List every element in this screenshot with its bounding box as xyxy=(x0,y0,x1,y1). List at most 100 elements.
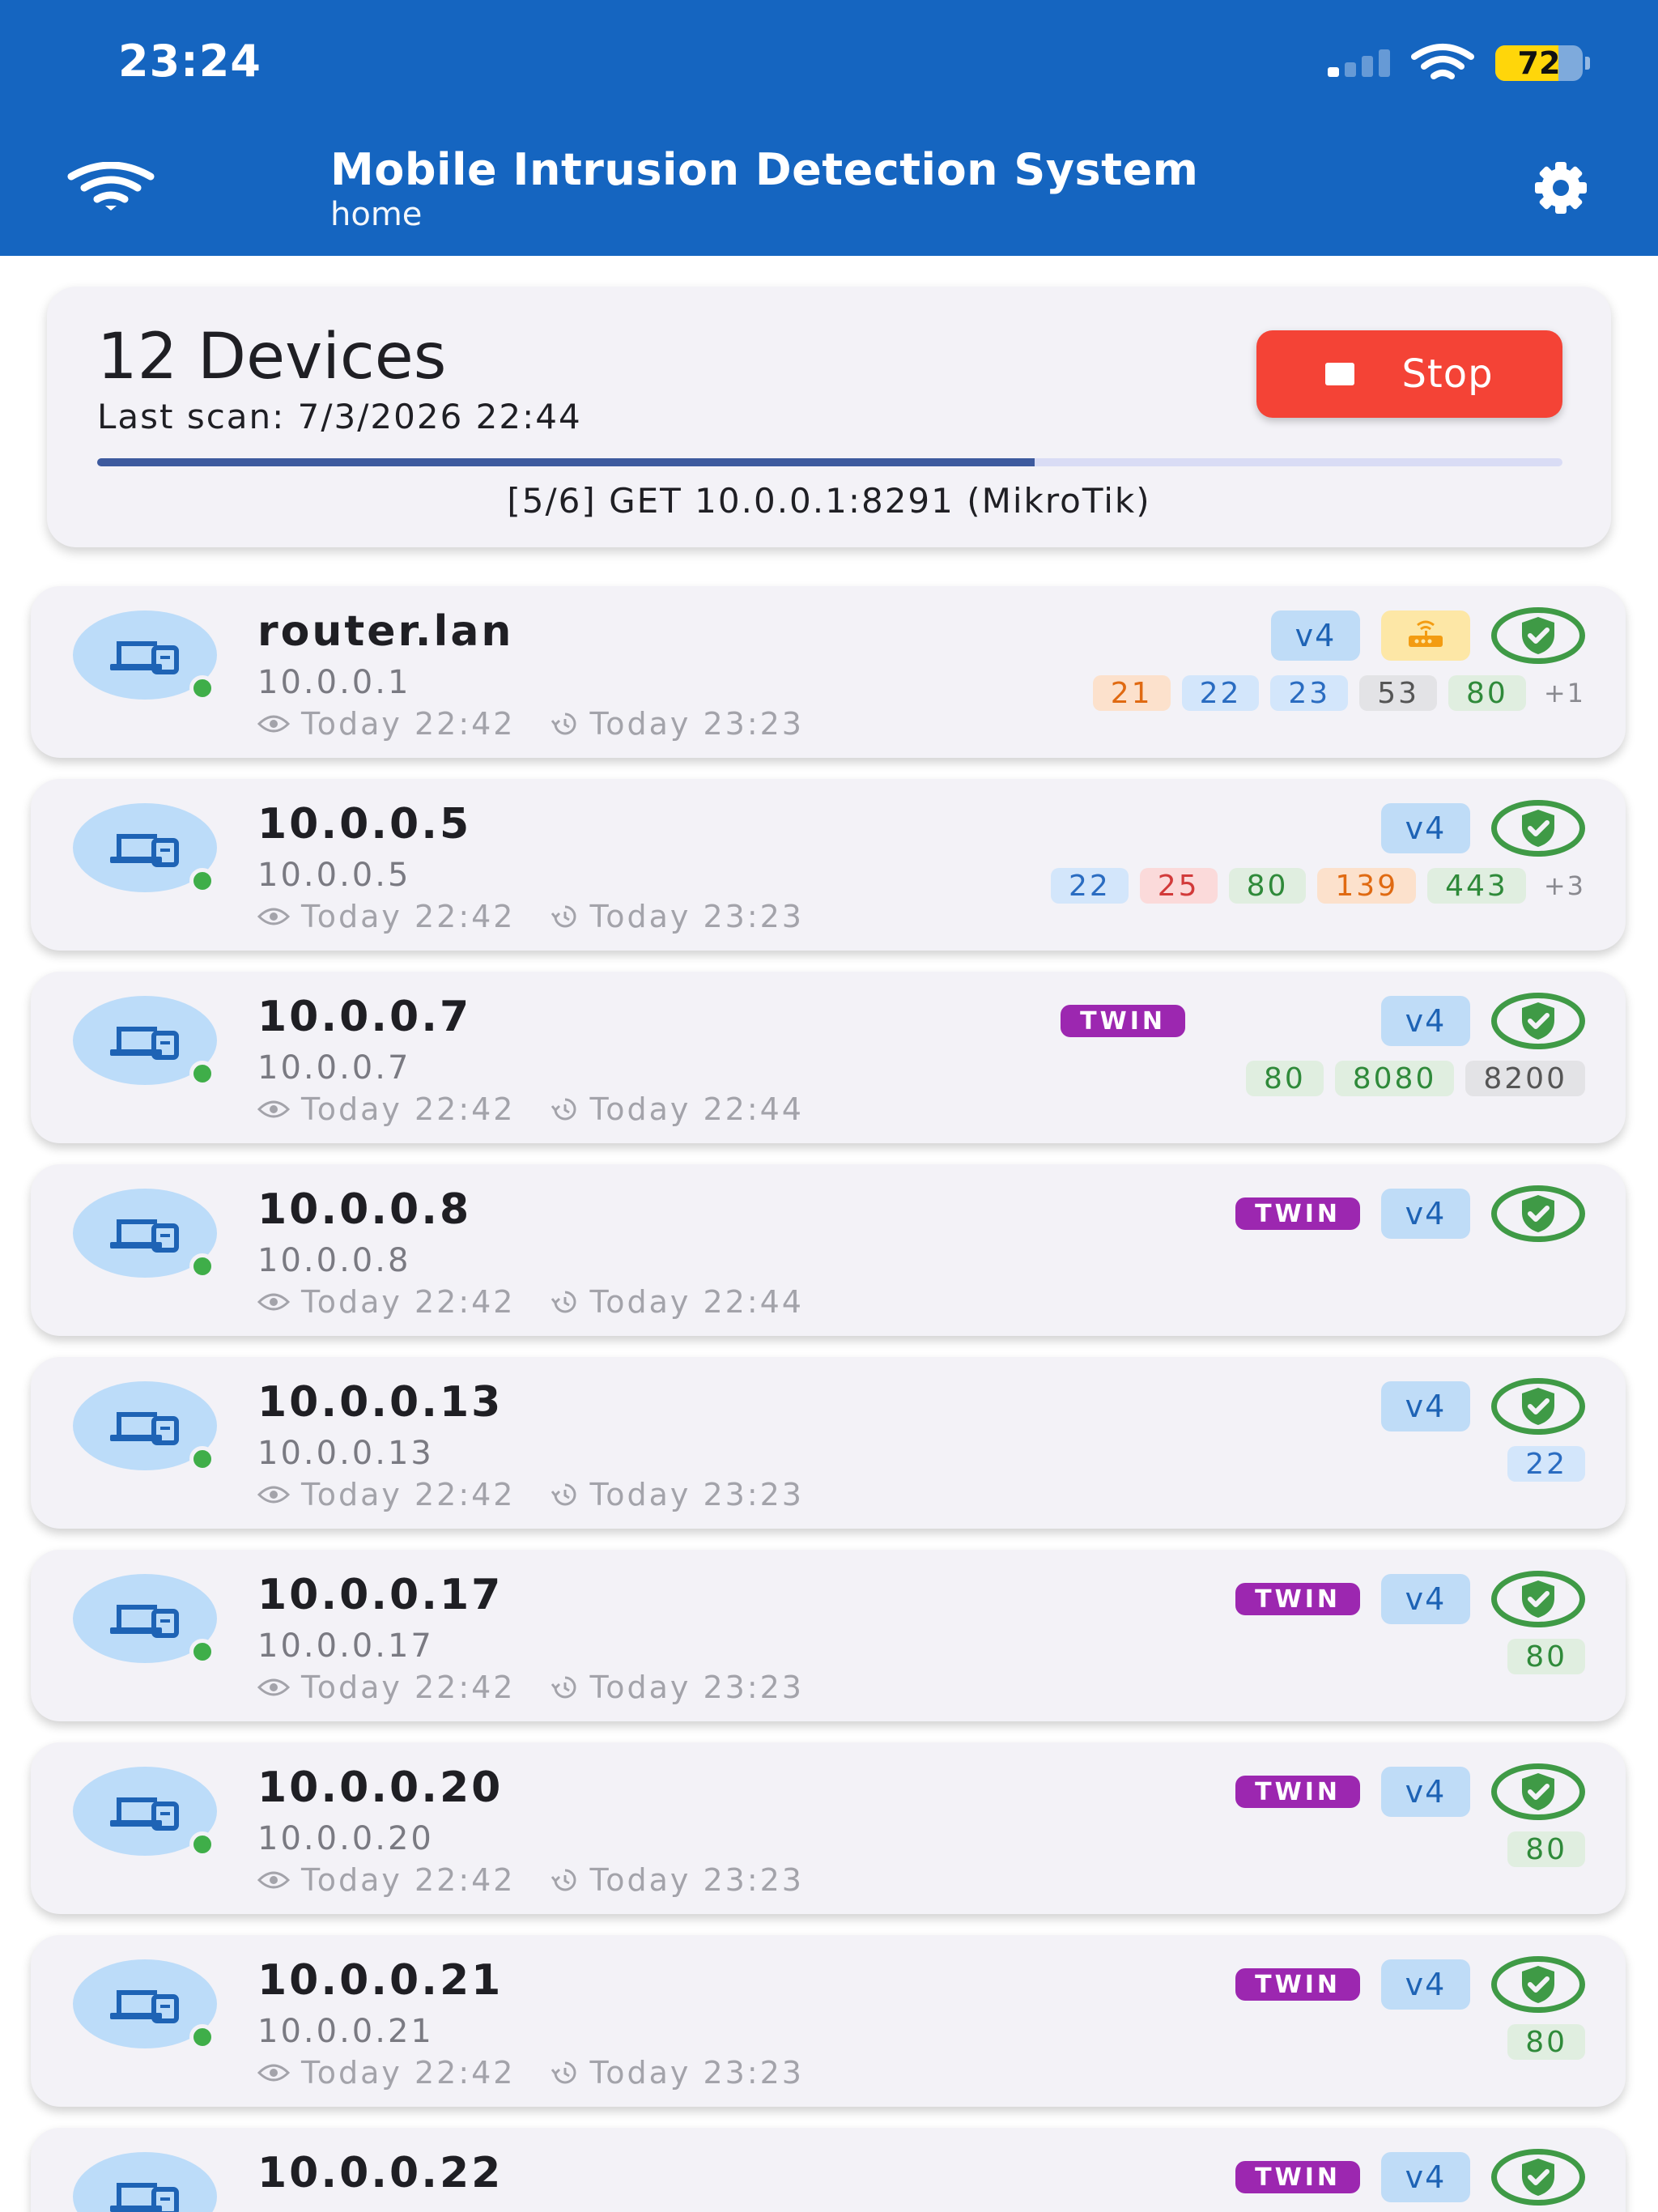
device-badges: v4 xyxy=(1271,607,1585,664)
port-chip: 21 xyxy=(1092,675,1171,711)
device-card[interactable]: 10.0.0.7 10.0.0.7 Today 22:42 Today 22:44 TW… xyxy=(31,972,1626,1143)
device-count: 12 Devices xyxy=(97,321,447,393)
device-card[interactable]: 10.0.0.17 10.0.0.17 Today 22:42 Today 23:23… xyxy=(31,1550,1626,1721)
online-status-dot xyxy=(189,1831,215,1857)
ipv4-badge: v4 xyxy=(1381,1574,1470,1624)
scan-summary-card: 12 Devices Last scan: 7/3/2026 22:44 Sto… xyxy=(47,287,1611,547)
port-chip: 23 xyxy=(1270,675,1349,711)
device-card[interactable]: 10.0.0.21 10.0.0.21 Today 22:42 Today 23:23… xyxy=(31,1935,1626,2107)
ipv4-badge: v4 xyxy=(1381,1381,1470,1431)
ipv4-badge: v4 xyxy=(1381,803,1470,853)
scan-progress-bar xyxy=(97,458,1562,466)
device-card[interactable]: 10.0.0.5 10.0.0.5 Today 22:42 Today 23:23 v4… xyxy=(31,779,1626,951)
refresh-clock-icon xyxy=(551,905,576,928)
device-card[interactable]: 10.0.0.22 TWIN v4 xyxy=(31,2128,1626,2212)
device-badges: TWIN v4 xyxy=(1235,1763,1585,1820)
shield-check-icon xyxy=(1522,1195,1554,1232)
device-ip: 10.0.0.8 xyxy=(257,1242,411,1279)
device-times: Today 22:42 Today 23:23 xyxy=(257,2055,804,2091)
last-seen: Today 23:23 xyxy=(589,2055,804,2091)
shield-check-icon xyxy=(1522,1580,1554,1618)
first-seen: Today 22:42 xyxy=(301,706,516,742)
device-ip: 10.0.0.5 xyxy=(257,857,411,894)
network-name: home xyxy=(330,196,423,233)
device-list: router.lan 10.0.0.1 Today 22:42 Today 23:23… xyxy=(31,586,1626,2212)
twin-badge: TWIN xyxy=(1235,1583,1360,1615)
more-ports-count: +1 xyxy=(1543,678,1585,708)
port-chip: 80 xyxy=(1507,2024,1585,2060)
devices-icon xyxy=(110,1027,179,1060)
device-avatar xyxy=(73,1767,217,1857)
port-chip: 80 xyxy=(1228,868,1307,904)
gear-icon xyxy=(1535,162,1587,214)
stop-label: Stop xyxy=(1401,351,1494,397)
security-status-badge xyxy=(1491,1378,1585,1435)
device-card[interactable]: 10.0.0.8 10.0.0.8 Today 22:42 Today 22:44 TW… xyxy=(31,1164,1626,1336)
device-times: Today 22:42 Today 22:44 xyxy=(257,1091,804,1127)
online-status-dot xyxy=(189,1639,215,1665)
devices-icon xyxy=(110,1412,179,1445)
device-badges: v4 xyxy=(1381,1378,1585,1435)
ipv4-badge: v4 xyxy=(1381,996,1470,1046)
device-card[interactable]: 10.0.0.20 10.0.0.20 Today 22:42 Today 23:23… xyxy=(31,1742,1626,1914)
device-avatar xyxy=(73,1959,217,2050)
security-status-badge xyxy=(1491,607,1585,664)
ipv4-badge: v4 xyxy=(1381,1959,1470,2010)
twin-badge: TWIN xyxy=(1235,1968,1360,2001)
first-seen: Today 22:42 xyxy=(301,1477,516,1512)
wifi-status-icon xyxy=(1411,44,1474,79)
port-chip: 139 xyxy=(1317,868,1417,904)
ipv4-badge: v4 xyxy=(1381,2152,1470,2202)
last-scan-time: Last scan: 7/3/2026 22:44 xyxy=(97,397,582,436)
cellular-signal-icon xyxy=(1328,49,1390,77)
device-badges: TWIN v4 xyxy=(1235,1185,1585,1242)
device-ip: 10.0.0.1 xyxy=(257,664,411,701)
scan-step-text: [5/6] GET 10.0.0.1:8291 (MikroTik) xyxy=(507,481,1151,521)
security-status-badge xyxy=(1491,993,1585,1049)
refresh-clock-icon xyxy=(551,713,576,735)
port-chip: 53 xyxy=(1359,675,1438,711)
online-status-dot xyxy=(189,1446,215,1472)
more-ports-count: +3 xyxy=(1543,870,1585,901)
eye-icon xyxy=(257,2064,290,2082)
refresh-clock-icon xyxy=(551,2061,576,2084)
devices-icon xyxy=(110,641,179,674)
online-status-dot xyxy=(189,2024,215,2050)
device-name: router.lan xyxy=(257,607,514,656)
open-ports: 80 xyxy=(1507,2024,1585,2060)
device-card[interactable]: router.lan 10.0.0.1 Today 22:42 Today 23:23… xyxy=(31,586,1626,758)
devices-icon xyxy=(110,1990,179,2023)
device-name: 10.0.0.20 xyxy=(257,1763,504,1812)
security-status-badge xyxy=(1491,1956,1585,2013)
last-seen: Today 23:23 xyxy=(589,1670,804,1705)
eye-icon xyxy=(257,1486,290,1504)
port-chip: 80 xyxy=(1507,1639,1585,1674)
port-chip: 22 xyxy=(1050,868,1129,904)
open-ports: 22 xyxy=(1507,1446,1585,1482)
ipv4-badge: v4 xyxy=(1381,1767,1470,1817)
ipv4-badge: v4 xyxy=(1271,610,1360,661)
status-icons: 72 xyxy=(1328,42,1590,84)
eye-icon xyxy=(257,1678,290,1696)
port-chip: 443 xyxy=(1427,868,1526,904)
open-ports: 80 xyxy=(1507,1639,1585,1674)
device-times: Today 22:42 Today 23:23 xyxy=(257,1477,804,1512)
last-seen: Today 23:23 xyxy=(589,899,804,934)
shield-check-icon xyxy=(1522,1388,1554,1425)
stop-icon xyxy=(1325,363,1355,385)
status-time: 23:24 xyxy=(118,36,261,87)
device-times: Today 22:42 Today 23:23 xyxy=(257,1862,804,1898)
device-avatar xyxy=(73,1574,217,1665)
first-seen: Today 22:42 xyxy=(301,2055,516,2091)
refresh-clock-icon xyxy=(551,1483,576,1506)
devices-icon xyxy=(110,2183,179,2212)
shield-check-icon xyxy=(1522,1966,1554,2003)
first-seen: Today 22:42 xyxy=(301,1091,516,1127)
settings-button[interactable] xyxy=(1517,155,1605,220)
port-chip: 25 xyxy=(1139,868,1218,904)
device-card[interactable]: 10.0.0.13 10.0.0.13 Today 22:42 Today 23:23… xyxy=(31,1357,1626,1529)
stop-scan-button[interactable]: Stop xyxy=(1256,330,1562,418)
open-ports: 22 25 80 139 443 +3 xyxy=(1050,868,1585,904)
device-ip: 10.0.0.17 xyxy=(257,1627,434,1665)
last-seen: Today 22:44 xyxy=(589,1091,804,1127)
